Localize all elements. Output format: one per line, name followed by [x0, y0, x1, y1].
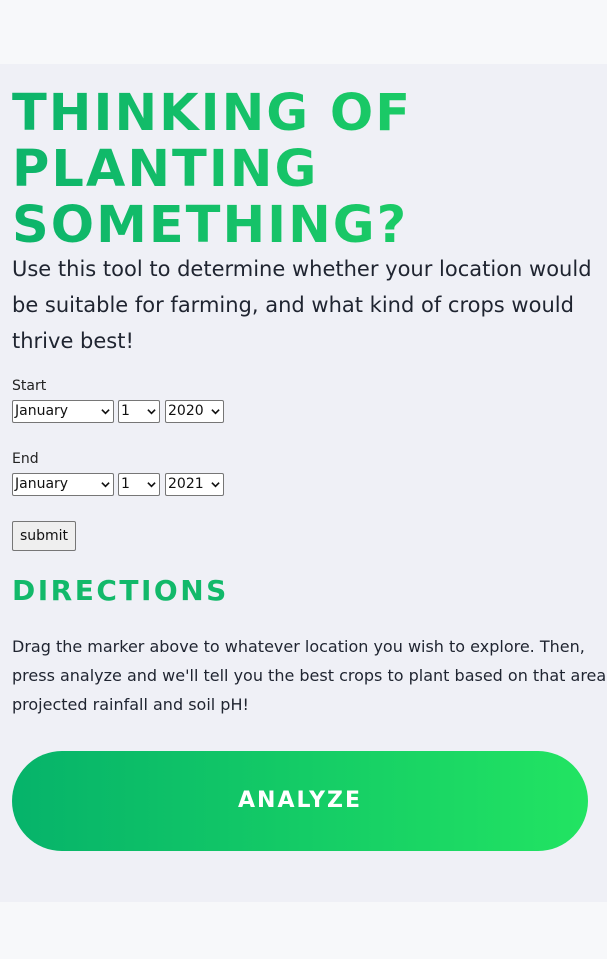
end-month-value: January	[15, 476, 69, 492]
end-day-value: 1	[121, 476, 130, 492]
analyze-button[interactable]: ANALYZE	[12, 751, 588, 851]
intro-text: Use this tool to determine whether your …	[12, 257, 592, 353]
start-month-value: January	[15, 403, 69, 419]
main-panel: THINKING OF PLANTING SOMETHING? Use this…	[0, 64, 607, 902]
start-year-value: 2020	[168, 403, 204, 419]
start-label: Start	[12, 378, 47, 394]
chevron-down-icon	[147, 482, 156, 488]
end-label: End	[12, 451, 39, 467]
chevron-down-icon	[101, 409, 110, 415]
end-year-value: 2021	[168, 476, 204, 492]
directions-text: Drag the marker above to whatever locati…	[12, 637, 607, 714]
submit-button[interactable]: submit	[12, 521, 76, 551]
end-month-select[interactable]: January	[12, 473, 114, 496]
start-day-value: 1	[121, 403, 130, 419]
chevron-down-icon	[147, 409, 156, 415]
page-title: THINKING OF PLANTING SOMETHING?	[12, 86, 607, 254]
start-month-select[interactable]: January	[12, 400, 114, 423]
chevron-down-icon	[101, 482, 110, 488]
start-day-select[interactable]: 1	[118, 400, 160, 423]
end-day-select[interactable]: 1	[118, 473, 160, 496]
chevron-down-icon	[211, 482, 220, 488]
directions-heading: DIRECTIONS	[12, 574, 229, 607]
chevron-down-icon	[211, 409, 220, 415]
end-year-select[interactable]: 2021	[165, 473, 224, 496]
start-year-select[interactable]: 2020	[165, 400, 224, 423]
